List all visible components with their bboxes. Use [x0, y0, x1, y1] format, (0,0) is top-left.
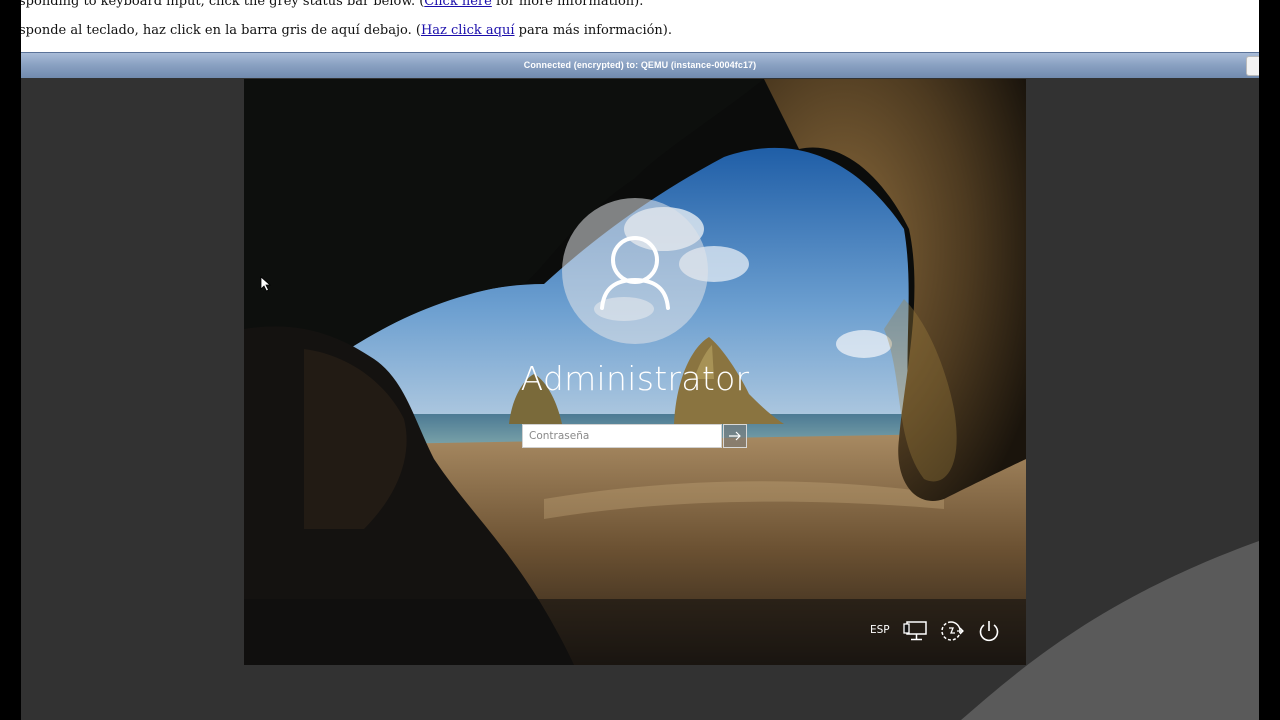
username-label: Administrator	[520, 359, 750, 398]
power-button[interactable]	[976, 619, 1002, 643]
info-text-tail: for more information).	[491, 0, 644, 9]
connection-status: Connected (encrypted) to: QEMU (instance…	[523, 60, 757, 70]
haz-click-aqui-link[interactable]: Haz click aquí	[421, 23, 515, 38]
submit-arrow-icon	[729, 431, 741, 441]
info-text-tail: para más información).	[514, 23, 673, 38]
mouse-cursor-icon	[260, 276, 272, 292]
password-input[interactable]	[523, 425, 721, 447]
input-language-indicator[interactable]: ESP	[870, 624, 890, 636]
network-icon	[903, 621, 927, 641]
submit-button[interactable]	[723, 424, 747, 448]
info-panel: sponding to keyboard input, click the gr…	[21, 0, 1259, 52]
vnc-status-bar[interactable]: Connected (encrypted) to: QEMU (instance…	[21, 52, 1259, 79]
password-field-container[interactable]	[522, 424, 722, 448]
user-avatar-icon	[600, 236, 670, 310]
info-text: sponding to keyboard input, click the gr…	[21, 0, 425, 9]
send-ctrl-alt-del-button[interactable]	[1246, 56, 1259, 76]
info-line-spanish: sponde al teclado, haz click en la barra…	[21, 23, 672, 38]
info-text: sponde al teclado, haz click en la barra…	[21, 23, 421, 38]
remote-screen[interactable]: Administrator ESP	[244, 79, 1026, 665]
info-line-english: sponding to keyboard input, click the gr…	[21, 0, 643, 9]
network-button[interactable]	[903, 619, 929, 643]
user-avatar	[562, 198, 708, 344]
power-icon	[979, 621, 999, 642]
ease-of-access-icon	[941, 621, 964, 641]
click-here-link[interactable]: Click here	[424, 0, 492, 9]
ease-of-access-button[interactable]	[939, 619, 965, 643]
